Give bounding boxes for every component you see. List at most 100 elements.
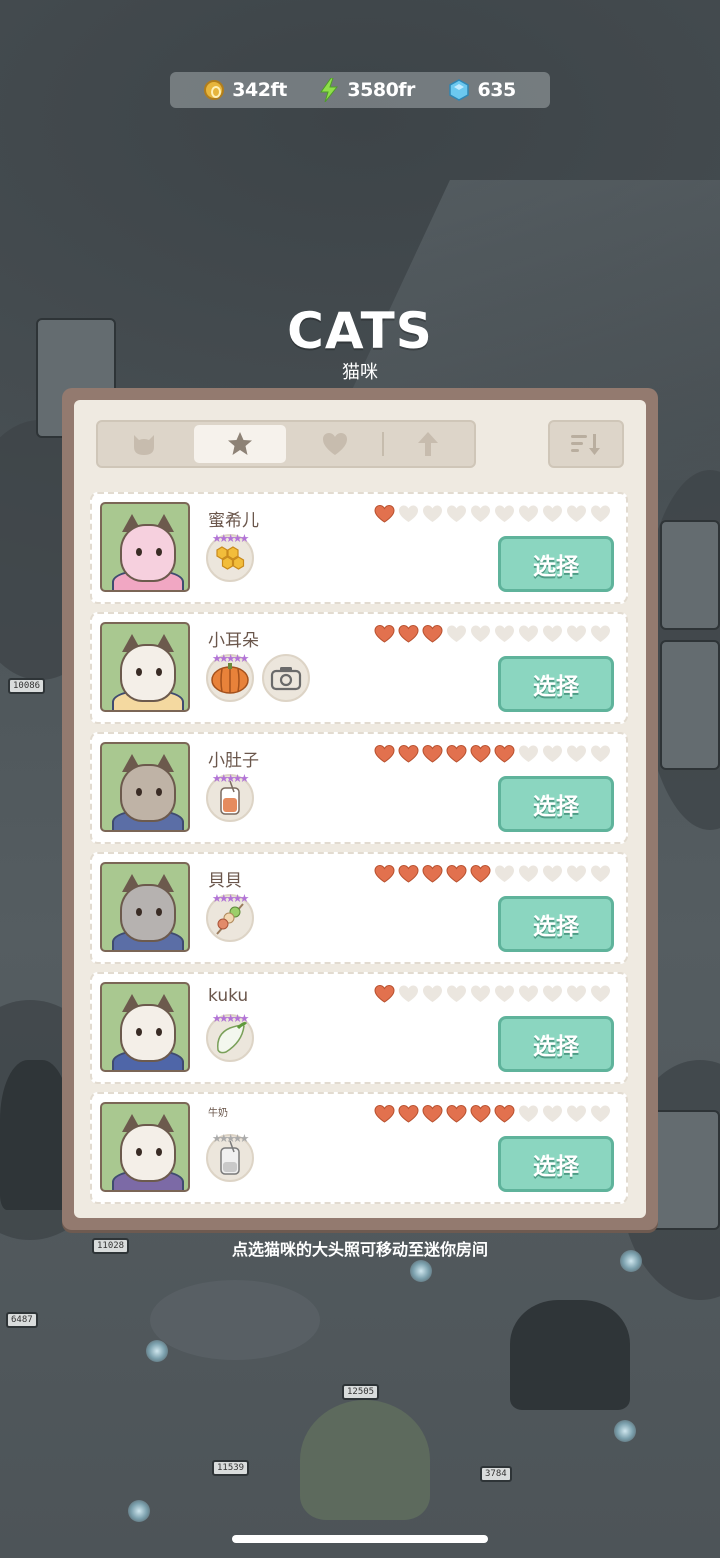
cat-head — [120, 884, 176, 942]
heart-icon — [323, 433, 348, 455]
rating-stars-icon: ★★★★★ — [212, 1132, 249, 1145]
scene-leaf-umbrella — [300, 1400, 430, 1520]
cat-name: 小耳朵 — [208, 631, 259, 651]
rating-stars-icon: ★★★★★ — [212, 892, 249, 905]
scene-sign: 11539 — [212, 1460, 250, 1476]
camera-badge[interactable] — [262, 654, 310, 702]
select-cat-button[interactable]: 选择 — [498, 536, 614, 592]
filter-tabs — [96, 420, 476, 468]
sort-button[interactable] — [548, 420, 624, 468]
cat-badges: ★★★★★ — [206, 652, 310, 702]
empty-bottle-badge[interactable]: ★★★★★ — [206, 1132, 254, 1182]
cat-head — [120, 524, 176, 582]
honeycomb-badge[interactable]: ★★★★★ — [206, 532, 254, 582]
heart-empty-icon — [471, 505, 490, 522]
heart-filled-icon — [398, 624, 419, 643]
coin-icon — [204, 80, 225, 100]
cat-card: kuku ★★★★★ 选择 — [90, 972, 628, 1084]
heart-filled-icon — [494, 1104, 515, 1123]
skewer-badge[interactable]: ★★★★★ — [206, 892, 254, 942]
cat-portrait[interactable] — [100, 862, 190, 952]
heart-filled-icon — [446, 744, 467, 763]
cat-badges: ★★★★★ — [206, 1132, 254, 1182]
heart-filled-icon — [374, 504, 395, 523]
heart-empty-icon — [519, 745, 538, 762]
cat-badges: ★★★★★ — [206, 532, 254, 582]
heart-empty-icon — [495, 505, 514, 522]
pumpkin-icon — [210, 661, 250, 695]
juice-bottle-icon — [217, 780, 243, 816]
tab-affection[interactable] — [289, 422, 382, 466]
scene-sign: 10086 — [8, 678, 46, 694]
cat-portrait[interactable] — [100, 742, 190, 832]
cat-head — [120, 1124, 176, 1182]
rating-stars-icon: ★★★★★ — [212, 532, 249, 545]
heart-filled-icon — [398, 744, 419, 763]
select-cat-button[interactable]: 选择 — [498, 896, 614, 952]
scene-sign: 12505 — [342, 1384, 380, 1400]
select-cat-button[interactable]: 选择 — [498, 1016, 614, 1072]
coin-counter[interactable]: 342ft — [204, 79, 287, 101]
page-title: CATS — [287, 302, 433, 360]
tab-level[interactable] — [381, 422, 475, 466]
cat-portrait[interactable] — [100, 622, 190, 712]
pumpkin-badge[interactable]: ★★★★★ — [206, 652, 254, 702]
cat-portrait[interactable] — [100, 1102, 190, 1192]
rating-stars-icon: ★★★★★ — [212, 652, 249, 665]
tab-cats[interactable] — [98, 422, 191, 466]
heart-empty-icon — [495, 625, 514, 642]
cat-badges: ★★★★★ — [206, 1012, 254, 1062]
heart-empty-icon — [423, 505, 442, 522]
affection-hearts — [374, 864, 611, 883]
cat-card: 小耳朵 ★★★★★ 选择 — [90, 612, 628, 724]
gem-amount: 635 — [477, 79, 517, 101]
hint-text: 点选猫咪的大头照可移动至迷你房间 — [231, 1240, 488, 1259]
rating-stars-icon: ★★★★★ — [212, 1012, 249, 1025]
heart-empty-icon — [591, 745, 610, 762]
cat-name: 牛奶 — [208, 1108, 228, 1119]
heart-filled-icon — [398, 1104, 419, 1123]
affection-hearts — [374, 984, 611, 1003]
cat-card: 牛奶 ★★★★★ 选择 — [90, 1092, 628, 1204]
heart-empty-icon — [567, 1105, 586, 1122]
scene-sign: 3784 — [480, 1466, 512, 1482]
cat-card: 蜜希儿 ★★★★★ 选择 — [90, 492, 628, 604]
heart-filled-icon — [422, 744, 443, 763]
heart-filled-icon — [422, 624, 443, 643]
heart-empty-icon — [591, 1105, 610, 1122]
cat-name: 小肚子 — [208, 751, 259, 771]
cat-eye — [136, 908, 142, 916]
affection-hearts — [374, 744, 611, 763]
cat-portrait[interactable] — [100, 502, 190, 592]
cat-eye — [136, 788, 142, 796]
heart-empty-icon — [519, 505, 538, 522]
juice-bottle-badge[interactable]: ★★★★★ — [206, 772, 254, 822]
cat-eye — [136, 668, 142, 676]
energy-amount: 3580fr — [347, 79, 415, 101]
heart-empty-icon — [519, 1105, 538, 1122]
select-cat-button[interactable]: 选择 — [498, 776, 614, 832]
cat-head — [120, 1004, 176, 1062]
scene-tree — [0, 1060, 70, 1210]
cat-portrait[interactable] — [100, 982, 190, 1072]
scene-board — [660, 520, 720, 630]
heart-empty-icon — [543, 865, 562, 882]
heart-filled-icon — [374, 744, 395, 763]
heart-empty-icon — [447, 625, 466, 642]
select-cat-button[interactable]: 选择 — [498, 1136, 614, 1192]
heart-empty-icon — [567, 985, 586, 1002]
cat-eye — [156, 1148, 162, 1156]
heart-empty-icon — [567, 745, 586, 762]
energy-counter[interactable]: 3580fr — [319, 78, 415, 102]
home-indicator[interactable] — [232, 1535, 488, 1543]
heart-empty-icon — [423, 985, 442, 1002]
heart-filled-icon — [398, 864, 419, 883]
select-cat-button[interactable]: 选择 — [498, 656, 614, 712]
camera-icon — [269, 664, 303, 692]
tab-favorites[interactable] — [193, 425, 286, 463]
page-subtitle: 猫咪 — [342, 362, 378, 383]
radish-badge[interactable]: ★★★★★ — [206, 1012, 254, 1062]
gem-counter[interactable]: 635 — [448, 79, 516, 101]
heart-empty-icon — [399, 505, 418, 522]
heart-empty-icon — [519, 865, 538, 882]
